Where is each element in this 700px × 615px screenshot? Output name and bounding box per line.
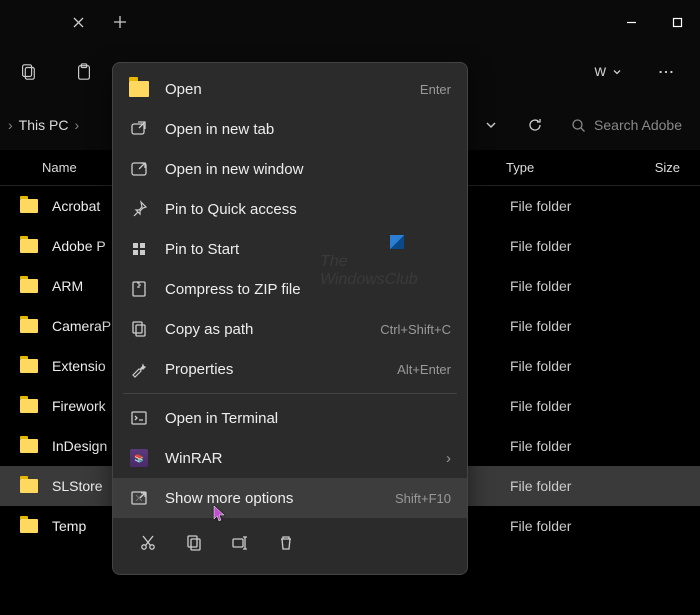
menu-item-pin-to-start[interactable]: Pin to Start [113,229,467,269]
chevron-down-icon [612,67,622,77]
refresh-icon[interactable] [517,107,553,143]
wrench-icon [129,359,149,379]
maximize-button[interactable] [654,6,700,38]
active-tab[interactable] [0,0,100,44]
delete-icon[interactable] [267,526,305,560]
column-size-header[interactable]: Size [655,160,680,175]
menu-item-winrar[interactable]: 📚 WinRAR › [113,438,467,478]
chevron-right-icon: › [446,450,451,467]
cut-icon[interactable] [129,526,167,560]
search-icon [571,118,586,133]
view-label: w [594,63,606,81]
menu-label: Properties [165,361,381,378]
copy-icon[interactable] [10,54,46,90]
newtab-icon [129,119,149,139]
rename-icon[interactable] [221,526,259,560]
folder-icon [20,199,38,213]
file-type: File folder [510,238,660,254]
folder-icon [20,279,38,293]
menu-shortcut: Enter [420,82,451,97]
file-type: File folder [510,318,660,334]
file-type: File folder [510,438,660,454]
file-type: File folder [510,198,660,214]
folder-icon [20,359,38,373]
folder-icon [20,239,38,253]
file-type: File folder [510,478,660,494]
file-type: File folder [510,398,660,414]
paste-icon[interactable] [66,54,102,90]
menu-shortcut: Ctrl+Shift+C [380,322,451,337]
menu-item-compress-to-zip-file[interactable]: Compress to ZIP file [113,269,467,309]
file-type: File folder [510,278,660,294]
close-tab-icon[interactable] [70,14,86,30]
folder-icon [20,479,38,493]
menu-label: Copy as path [165,321,364,338]
menu-label: WinRAR [165,450,430,467]
new-tab-button[interactable] [100,15,140,29]
search-placeholder: Search Adobe [594,117,682,133]
menu-item-copy-as-path[interactable]: Copy as path Ctrl+Shift+C [113,309,467,349]
file-type: File folder [510,518,660,534]
context-menu: Open Enter Open in new tab Open in new w… [112,62,468,575]
menu-label: Open in new tab [165,121,451,138]
menu-item-show-more-options[interactable]: Show more options Shift+F10 [113,478,467,518]
breadcrumb-item[interactable]: This PC [19,117,69,133]
menu-label: Compress to ZIP file [165,281,451,298]
menu-shortcut: Alt+Enter [397,362,451,377]
menu-label: Open [165,81,404,98]
menu-label: Show more options [165,490,379,507]
newwin-icon [129,159,149,179]
menu-label: Pin to Quick access [165,201,451,218]
terminal-icon [129,408,149,428]
menu-item-open-in-new-tab[interactable]: Open in new tab [113,109,467,149]
pin-icon [129,199,149,219]
start-icon [129,239,149,259]
folder-icon [20,519,38,533]
menu-shortcut: Shift+F10 [395,491,451,506]
menu-item-open-in-terminal[interactable]: Open in Terminal [113,398,467,438]
view-dropdown[interactable]: w [594,63,622,81]
menu-item-open[interactable]: Open Enter [113,69,467,109]
winrar-icon: 📚 [129,448,149,468]
folder-icon [20,439,38,453]
menu-actions-row [113,518,467,568]
copy-icon[interactable] [175,526,213,560]
showmore-icon [129,488,149,508]
column-type-header[interactable]: Type [506,160,655,175]
folder-icon [20,319,38,333]
address-dropdown-icon[interactable] [473,107,509,143]
file-type: File folder [510,358,660,374]
menu-item-pin-to-quick-access[interactable]: Pin to Quick access [113,189,467,229]
more-icon[interactable] [642,54,690,90]
folder-icon [20,399,38,413]
menu-separator [123,393,457,394]
menu-item-open-in-new-window[interactable]: Open in new window [113,149,467,189]
folder-icon [129,79,149,99]
minimize-button[interactable] [608,6,654,38]
menu-item-properties[interactable]: Properties Alt+Enter [113,349,467,389]
zip-icon [129,279,149,299]
search-input[interactable]: Search Adobe [561,117,692,133]
menu-label: Pin to Start [165,241,451,258]
menu-label: Open in Terminal [165,410,451,427]
copypath-icon [129,319,149,339]
menu-label: Open in new window [165,161,451,178]
